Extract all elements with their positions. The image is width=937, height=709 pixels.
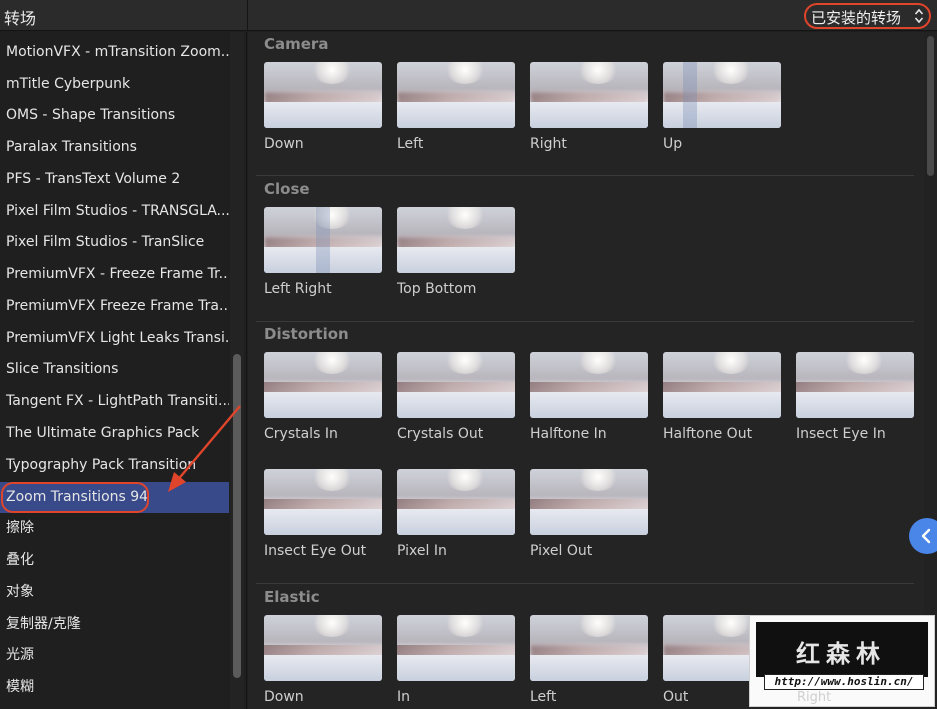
sidebar-item[interactable]: MotionVFX - mTransition Zoom... <box>0 37 229 68</box>
thumbnail-image <box>397 207 515 273</box>
section-divider <box>256 175 914 176</box>
transition-thumbnail[interactable]: Right <box>530 62 648 152</box>
sidebar-item[interactable]: PremiumVFX Light Leaks Transi... <box>0 323 229 354</box>
thumbnail-image <box>530 352 648 418</box>
transition-thumbnail[interactable]: Up <box>663 62 781 152</box>
thumbnail-label: Right <box>530 136 567 152</box>
collapse-panel-button[interactable] <box>909 518 937 554</box>
sidebar-item[interactable]: PremiumVFX Freeze Frame Tra... <box>0 291 229 322</box>
transition-thumbnail[interactable]: Top Bottom <box>397 207 515 297</box>
browser-scrollbar-thumb[interactable] <box>927 36 934 176</box>
thumbnail-image <box>663 352 781 418</box>
thumbnail-image <box>264 62 382 128</box>
transition-thumbnail[interactable]: Insect Eye Out <box>264 469 382 559</box>
installed-transitions-dropdown[interactable]: 已安装的转场 <box>804 3 931 29</box>
watermark-url: http://www.hoslin.cn/ <box>764 674 924 690</box>
browser-header: 转场 已安装的转场 <box>0 0 937 31</box>
sidebar-item[interactable]: PremiumVFX - Freeze Frame Tr... <box>0 259 229 290</box>
chevron-left-icon <box>921 528 931 544</box>
sidebar-item[interactable]: 复制器/克隆 <box>0 609 229 640</box>
thumbnail-image <box>264 352 382 418</box>
thumbnail-label: Left <box>397 136 424 152</box>
transition-thumbnail[interactable]: Down <box>264 62 382 152</box>
transition-thumbnail[interactable]: Halftone In <box>530 352 648 442</box>
sidebar-item[interactable]: 擦除 <box>0 513 229 544</box>
transition-thumbnail[interactable]: Insect Eye In <box>796 352 914 442</box>
panel-title: 转场 <box>4 9 37 28</box>
thumbnail-image <box>264 207 382 273</box>
thumbnail-image <box>397 352 515 418</box>
sidebar-item[interactable]: Pixel Film Studios - TranSlice <box>0 227 229 258</box>
sidebar-item[interactable]: PFS - TransText Volume 2 <box>0 164 229 195</box>
sidebar-item[interactable]: mTitle Cyberpunk <box>0 69 229 100</box>
selection-highlight-ring <box>1 482 149 513</box>
transition-thumbnail[interactable]: Pixel Out <box>530 469 648 559</box>
section-divider <box>256 583 914 584</box>
thumbnail-label: Halftone In <box>530 426 607 442</box>
sidebar-item[interactable]: OMS - Shape Transitions <box>0 100 229 131</box>
sidebar-item[interactable]: Typography Pack Transition <box>0 450 229 481</box>
thumbnail-image <box>530 615 648 681</box>
thumbnail-label: Insect Eye Out <box>264 543 367 559</box>
transition-thumbnail[interactable]: Left Right <box>264 207 382 297</box>
thumbnail-label: Top Bottom <box>397 281 477 297</box>
sidebar-item[interactable]: Pixel Film Studios - TRANSGLA... <box>0 196 229 227</box>
thumbnail-image <box>530 469 648 535</box>
thumbnail-label: Right <box>797 690 832 705</box>
sidebar-item[interactable]: Slice Transitions <box>0 354 229 385</box>
section-title-distortion: Distortion <box>264 325 349 343</box>
thumbnail-image <box>796 352 914 418</box>
transition-thumbnail[interactable]: Left <box>530 615 648 705</box>
transition-thumbnail[interactable]: Crystals Out <box>397 352 515 442</box>
watermark-brand: 红森林 <box>796 639 886 668</box>
thumbnail-image <box>264 615 382 681</box>
thumbnail-label: Down <box>264 136 304 152</box>
transition-thumbnail[interactable]: In <box>397 615 515 705</box>
section-divider <box>256 321 914 322</box>
thumbnail-label: Down <box>264 689 304 705</box>
dropdown-label: 已安装的转场 <box>811 9 902 27</box>
thumbnail-image <box>397 469 515 535</box>
thumbnail-image <box>530 62 648 128</box>
thumbnail-image <box>264 469 382 535</box>
section-title-elastic: Elastic <box>264 588 320 606</box>
thumbnail-label: Pixel Out <box>530 543 593 559</box>
thumbnail-image <box>397 62 515 128</box>
section-title-camera: Camera <box>264 35 329 53</box>
transition-thumbnail[interactable]: Pixel In <box>397 469 515 559</box>
thumbnail-image <box>663 62 781 128</box>
transition-thumbnail[interactable]: Halftone Out <box>663 352 781 442</box>
transition-thumbnail[interactable]: Left <box>397 62 515 152</box>
sidebar-item[interactable]: 光源 <box>0 640 229 671</box>
updown-chevron-icon <box>914 8 924 24</box>
sidebar-item[interactable]: Paralax Transitions <box>0 132 229 163</box>
sidebar-scrollbar-thumb[interactable] <box>233 354 241 678</box>
watermark-logo: 红森林 http://www.hoslin.cn/ Right <box>749 615 935 707</box>
watermark-dark-panel: 红森林 <box>756 622 928 677</box>
sidebar-item[interactable]: Tangent FX - LightPath Transiti... <box>0 386 229 417</box>
sidebar-item[interactable]: 模糊 <box>0 672 229 703</box>
thumbnail-label: Left Right <box>264 281 332 297</box>
thumbnail-label: In <box>397 689 411 705</box>
thumbnail-label: Pixel In <box>397 543 447 559</box>
transitions-browser: Camera Down Left Right Up Close Left Rig… <box>248 32 937 709</box>
sidebar-item[interactable]: 叠化 <box>0 545 229 576</box>
thumbnail-label: Halftone Out <box>663 426 753 442</box>
header-divider <box>247 0 248 31</box>
thumbnail-label: Up <box>663 136 683 152</box>
section-title-close: Close <box>264 180 310 198</box>
transition-thumbnail[interactable]: Crystals In <box>264 352 382 442</box>
thumbnail-label: Crystals Out <box>397 426 484 442</box>
category-sidebar: MotionVFX - mTransition Zoom... mTitle C… <box>0 32 247 709</box>
thumbnail-image <box>397 615 515 681</box>
sidebar-item[interactable]: 对象 <box>0 577 229 608</box>
transition-thumbnail[interactable]: Down <box>264 615 382 705</box>
sidebar-item[interactable]: The Ultimate Graphics Pack <box>0 418 229 449</box>
thumbnail-label: Crystals In <box>264 426 338 442</box>
thumbnail-label: Insect Eye In <box>796 426 886 442</box>
thumbnail-label: Left <box>530 689 557 705</box>
